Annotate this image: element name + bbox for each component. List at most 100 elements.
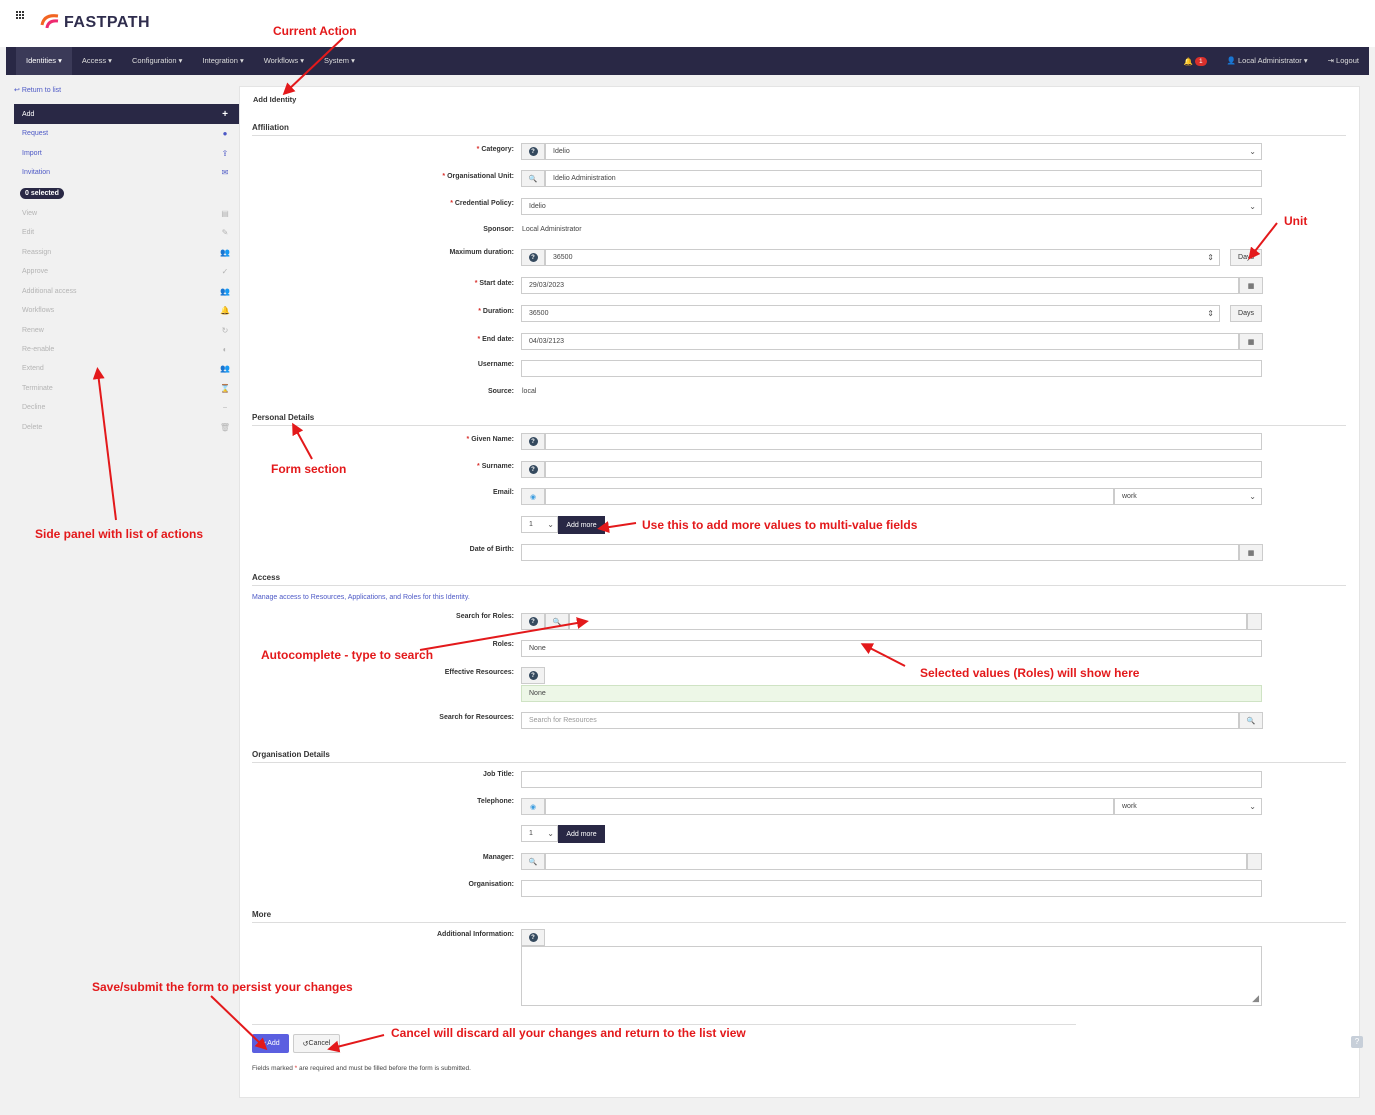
logout-label: Logout	[1336, 56, 1359, 65]
resize-handle-icon[interactable]: ◢	[1252, 993, 1259, 1004]
info-tab-icon[interactable]: ?	[1351, 1036, 1363, 1048]
job-title-input[interactable]	[521, 771, 1262, 788]
nav-access[interactable]: Access ▾	[72, 47, 122, 75]
org-unit-input[interactable]: Idelio Administration	[545, 170, 1262, 187]
manager-search[interactable]: 🔍	[521, 853, 545, 870]
telephone-input[interactable]	[545, 798, 1114, 815]
sponsor-label: Sponsor:	[483, 226, 514, 233]
add-submit-button[interactable]: ✓ Add	[252, 1034, 289, 1053]
category-help[interactable]: ?	[521, 143, 545, 160]
email-type-select[interactable]: work ⌄	[1114, 488, 1262, 505]
username-input[interactable]	[521, 360, 1262, 377]
given-name-help[interactable]: ?	[521, 433, 545, 450]
nav-configuration[interactable]: Configuration ▾	[122, 47, 192, 75]
telephone-primary-radio[interactable]: ◉	[521, 798, 545, 815]
logout-icon: ⇥	[1327, 56, 1334, 65]
search-icon: 🔍	[552, 618, 562, 626]
select-value: Idelio	[529, 203, 546, 210]
spinner-icon: ⇕	[1207, 309, 1214, 318]
dob-input[interactable]	[521, 544, 1239, 561]
duration-input[interactable]: 36500 ⇕	[521, 305, 1220, 322]
start-date-calendar[interactable]: ▦	[1239, 277, 1263, 294]
search-resources-input[interactable]: Search for Resources	[521, 712, 1239, 729]
action-request[interactable]: Request ●	[14, 123, 239, 143]
category-select[interactable]: Idelio ⌄	[545, 143, 1262, 160]
nav-integration[interactable]: Integration ▾	[192, 47, 253, 75]
section-more: More	[252, 910, 1346, 923]
main-nav: Identities ▾ Access ▾ Configuration ▾ In…	[6, 47, 1369, 75]
end-date-input[interactable]: 04/03/2123	[521, 333, 1239, 350]
annotation-side-panel: Side panel with list of actions	[35, 527, 204, 541]
manager-input[interactable]	[545, 853, 1247, 870]
organisation-input[interactable]	[521, 880, 1262, 897]
fastpath-logo-icon	[40, 14, 59, 29]
label-text: End date:	[482, 336, 514, 343]
org-unit-search[interactable]: 🔍	[521, 170, 545, 187]
brand-logo[interactable]: FASTPATH	[38, 13, 150, 33]
telephone-add-more-button[interactable]: Add more	[558, 825, 605, 843]
notifications-button[interactable]: 🔔 1	[1174, 56, 1217, 66]
button-label: Add	[267, 1040, 280, 1047]
search-roles-help[interactable]: ?	[521, 613, 545, 630]
label-text: Start date:	[479, 280, 514, 287]
user-menu[interactable]: 👤 Local Administrator ▾	[1217, 47, 1318, 75]
unit-label: Days	[1238, 310, 1254, 317]
user-minus-icon: −	[222, 402, 228, 412]
max-duration-input[interactable]: 36500 ⇕	[545, 249, 1220, 266]
help-icon: ?	[528, 253, 538, 262]
email-add-more-button[interactable]: Add more	[558, 516, 605, 534]
user-icon: 👤	[1226, 56, 1236, 65]
calendar-icon: ▦	[1247, 282, 1255, 290]
select-value: 1	[529, 830, 533, 837]
annotation-selected-values: Selected values (Roles) will show here	[920, 666, 1140, 680]
start-date-input[interactable]: 29/03/2023	[521, 277, 1239, 294]
logout-link[interactable]: ⇥ Logout	[1318, 47, 1369, 75]
nav-system[interactable]: System ▾	[314, 47, 365, 75]
search-roles-search[interactable]: 🔍	[545, 613, 569, 630]
search-roles-input[interactable]	[569, 613, 1247, 630]
brand-name: FASTPATH	[64, 14, 151, 31]
effective-resources-help[interactable]: ?	[521, 667, 545, 684]
required-marker: *	[294, 1065, 298, 1072]
input-value: 04/03/2123	[529, 338, 565, 345]
email-input[interactable]	[545, 488, 1114, 505]
plus-icon: +	[222, 108, 228, 120]
surname-help[interactable]: ?	[521, 461, 545, 478]
additional-info-help[interactable]: ?	[521, 929, 545, 946]
user-name: Local Administrator	[1238, 56, 1302, 65]
end-date-calendar[interactable]: ▦	[1239, 333, 1263, 350]
additional-info-textarea[interactable]: ◢	[521, 946, 1262, 1006]
nav-label: Access	[81, 56, 107, 65]
telephone-count-select[interactable]: 1 ⌄	[521, 825, 558, 842]
telephone-type-select[interactable]: work ⌄	[1114, 798, 1262, 815]
nav-identities[interactable]: Identities ▾	[16, 47, 72, 75]
action-label: Delete	[22, 423, 43, 431]
comment-icon: ●	[222, 128, 228, 138]
nav-right: 🔔 1 👤 Local Administrator ▾ ⇥ Logout	[1174, 47, 1369, 75]
search-resources-button[interactable]: 🔍	[1239, 712, 1263, 729]
source-label: Source:	[487, 388, 514, 395]
action-delete: Delete 🗑	[14, 417, 239, 437]
page-title: Add Identity	[253, 95, 297, 104]
label-text: Organisational Unit:	[447, 173, 514, 180]
effective-resources-label: Effective Resources:	[444, 669, 514, 676]
label-text: Category:	[481, 146, 514, 153]
additional-info-label: Additional Information:	[437, 931, 514, 938]
apps-grid-icon[interactable]	[16, 11, 24, 19]
max-duration-help[interactable]: ?	[521, 249, 545, 266]
cancel-button[interactable]: ↺ Cancel	[293, 1034, 340, 1053]
email-primary-radio[interactable]: ◉	[521, 488, 545, 505]
given-name-input[interactable]	[545, 433, 1262, 450]
annotation-form-section: Form section	[271, 462, 347, 476]
return-to-list-link[interactable]: ↩ Return to list	[14, 86, 61, 94]
user-check-icon: ✓	[221, 266, 229, 276]
form-divider	[252, 1024, 1076, 1025]
help-icon: ?	[528, 147, 538, 156]
dob-calendar[interactable]: ▦	[1239, 544, 1263, 561]
credential-policy-select[interactable]: Idelio ⌄	[521, 198, 1262, 215]
action-add[interactable]: Add +	[14, 104, 239, 124]
nav-workflows[interactable]: Workflows ▾	[254, 47, 314, 75]
surname-input[interactable]	[545, 461, 1262, 478]
email-count-select[interactable]: 1 ⌄	[521, 516, 558, 533]
section-organisation-details: Organisation Details	[252, 750, 1346, 763]
